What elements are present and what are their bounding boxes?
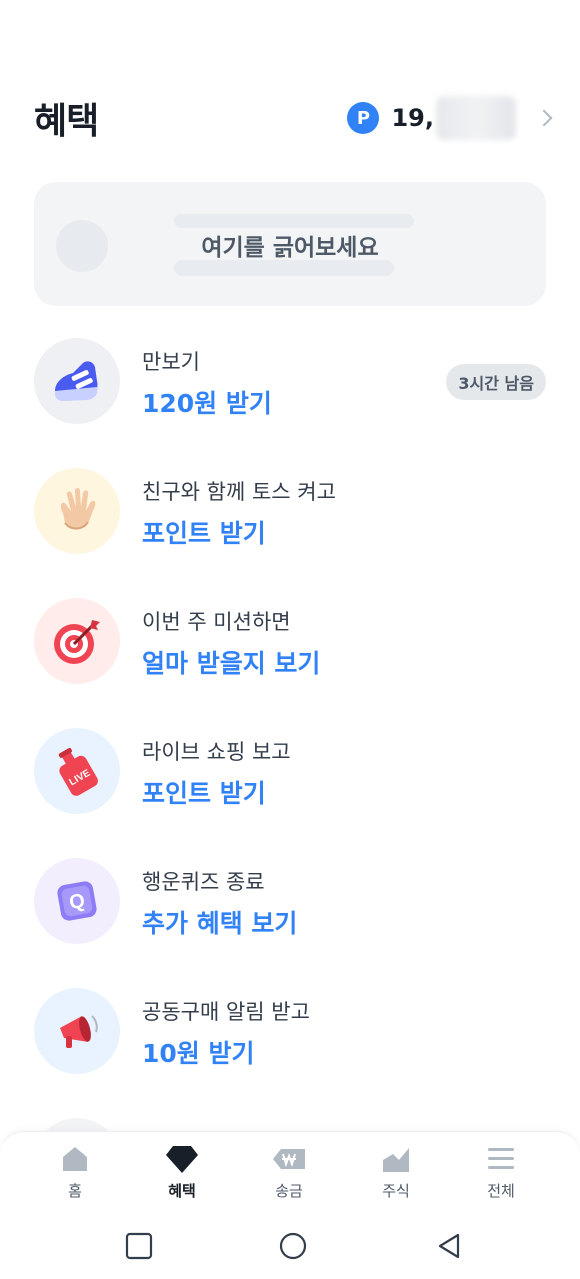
benefit-subtitle: 행운퀴즈 종료 bbox=[142, 870, 265, 894]
circle-icon bbox=[279, 1232, 307, 1260]
header: 혜택 P 19, bbox=[0, 80, 580, 152]
page-title: 혜택 bbox=[34, 101, 99, 142]
benefit-action: 120원 받기 bbox=[142, 389, 272, 418]
tab-label: 주식 bbox=[382, 1182, 410, 1200]
waving-hand-icon bbox=[34, 468, 120, 554]
stock-chart-icon bbox=[381, 1142, 411, 1176]
benefit-item-pedometer[interactable]: 만보기 120원 받기 3시간 남음 bbox=[0, 338, 580, 428]
benefit-subtitle: 친구와 함께 토스 켜고 bbox=[142, 480, 336, 504]
benefit-subtitle: 공동구매 알림 받고 bbox=[142, 1000, 310, 1024]
sneaker-icon bbox=[34, 338, 120, 424]
target-icon bbox=[34, 598, 120, 684]
tab-stocks[interactable]: 주식 bbox=[351, 1142, 441, 1206]
scratch-card[interactable]: 여기를 긁어보세요 bbox=[34, 182, 546, 306]
benefit-subtitle: 만보기 bbox=[142, 350, 200, 374]
tab-label: 송금 bbox=[275, 1182, 303, 1200]
benefit-item-group-buy[interactable]: 공동구매 알림 받고 10원 받기 bbox=[0, 988, 580, 1078]
diamond-icon bbox=[165, 1142, 199, 1176]
benefit-action: 포인트 받기 bbox=[142, 519, 266, 548]
scratch-label: 여기를 긁어보세요 bbox=[201, 235, 379, 261]
point-badge-icon: P bbox=[347, 102, 380, 134]
back-button[interactable] bbox=[432, 1229, 466, 1263]
tab-home[interactable]: 홈 bbox=[30, 1142, 120, 1206]
blurred-points bbox=[436, 96, 516, 140]
benefit-subtitle: 라이브 쇼핑 보고 bbox=[142, 740, 291, 764]
back-triangle-icon bbox=[438, 1233, 460, 1259]
megaphone-icon bbox=[34, 988, 120, 1074]
system-nav-bar bbox=[0, 1211, 580, 1279]
won-send-icon bbox=[271, 1142, 307, 1176]
benefit-action: 포인트 받기 bbox=[142, 779, 266, 808]
benefit-item-friends[interactable]: 친구와 함께 토스 켜고 포인트 받기 bbox=[0, 468, 580, 558]
recent-apps-button[interactable] bbox=[122, 1229, 156, 1263]
chevron-right-icon bbox=[535, 109, 553, 127]
benefit-action: 추가 혜택 보기 bbox=[142, 909, 298, 938]
benefit-item-quiz[interactable]: Q 행운퀴즈 종료 추가 혜택 보기 bbox=[0, 858, 580, 948]
points-balance-button[interactable]: P 19, bbox=[347, 96, 553, 140]
benefit-item-mission[interactable]: 이번 주 미션하면 얼마 받을지 보기 bbox=[0, 598, 580, 688]
tab-benefits[interactable]: 혜택 bbox=[137, 1142, 227, 1206]
tab-label: 전체 bbox=[487, 1182, 515, 1200]
menu-icon bbox=[486, 1142, 516, 1176]
scratch-ghost-line bbox=[174, 214, 414, 228]
home-system-button[interactable] bbox=[276, 1229, 310, 1263]
square-icon bbox=[125, 1232, 153, 1260]
home-icon bbox=[60, 1142, 90, 1176]
benefit-action: 10원 받기 bbox=[142, 1039, 255, 1068]
benefit-subtitle: 이번 주 미션하면 bbox=[142, 610, 291, 634]
bottom-tab-bar: 홈 혜택 송금 주식 전체 bbox=[0, 1131, 580, 1212]
scratch-ghost-line bbox=[174, 260, 394, 276]
tab-all[interactable]: 전체 bbox=[456, 1142, 546, 1206]
quiz-cube-icon: Q bbox=[34, 858, 120, 944]
benefit-action: 얼마 받을지 보기 bbox=[142, 649, 321, 678]
time-left-chip: 3시간 남음 bbox=[446, 364, 546, 400]
benefit-item-live-shopping[interactable]: LIVE 라이브 쇼핑 보고 포인트 받기 bbox=[0, 728, 580, 818]
tab-label: 혜택 bbox=[168, 1182, 196, 1200]
points-value: 19, bbox=[391, 104, 434, 132]
live-bottle-icon: LIVE bbox=[34, 728, 120, 814]
tab-transfer[interactable]: 송금 bbox=[244, 1142, 334, 1206]
tab-label: 홈 bbox=[68, 1182, 82, 1200]
